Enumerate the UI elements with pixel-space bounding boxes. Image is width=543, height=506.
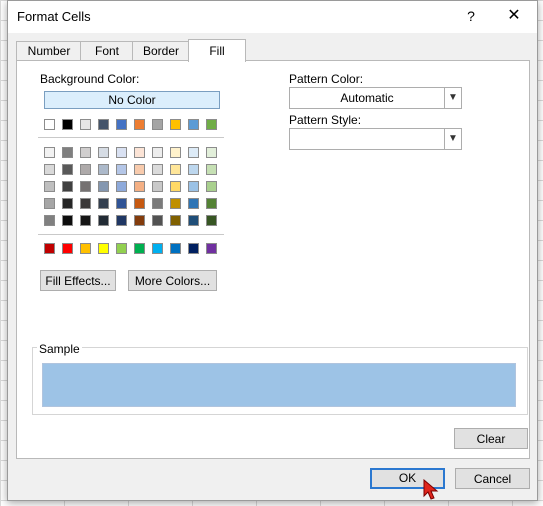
tint-color-swatch[interactable]	[80, 164, 91, 175]
tint-color-swatch[interactable]	[98, 164, 109, 175]
tint-color-swatch[interactable]	[134, 147, 145, 158]
help-button[interactable]: ?	[458, 3, 484, 29]
tint-color-swatch[interactable]	[134, 215, 145, 226]
theme-color-swatch[interactable]	[188, 119, 199, 130]
tint-color-swatch[interactable]	[134, 181, 145, 192]
tint-color-swatch[interactable]	[206, 198, 217, 209]
tint-color-swatch[interactable]	[116, 181, 127, 192]
tint-color-swatch[interactable]	[188, 164, 199, 175]
tint-color-swatch[interactable]	[44, 181, 55, 192]
standard-color-swatch[interactable]	[188, 243, 199, 254]
tint-color-swatch[interactable]	[98, 147, 109, 158]
pattern-color-dropdown[interactable]: Automatic ▼	[289, 87, 462, 109]
theme-color-swatch[interactable]	[62, 119, 73, 130]
tint-color-swatch[interactable]	[152, 198, 163, 209]
background-color-label: Background Color:	[40, 72, 140, 86]
chevron-down-icon[interactable]: ▼	[444, 88, 461, 108]
tint-color-swatch[interactable]	[188, 147, 199, 158]
tint-color-swatch[interactable]	[134, 198, 145, 209]
tint-color-swatch[interactable]	[62, 198, 73, 209]
tint-color-swatch[interactable]	[80, 147, 91, 158]
tint-color-swatch[interactable]	[98, 198, 109, 209]
theme-color-swatch[interactable]	[206, 119, 217, 130]
tint-color-swatch[interactable]	[62, 215, 73, 226]
standard-color-swatch[interactable]	[170, 243, 181, 254]
pattern-color-label: Pattern Color:	[289, 72, 364, 86]
standard-color-swatch[interactable]	[152, 243, 163, 254]
tint-color-swatch[interactable]	[98, 181, 109, 192]
tint-color-swatch[interactable]	[188, 215, 199, 226]
tint-color-swatch[interactable]	[152, 181, 163, 192]
tint-color-swatch[interactable]	[188, 198, 199, 209]
tint-color-swatch[interactable]	[170, 164, 181, 175]
pattern-style-dropdown[interactable]: ▼	[289, 128, 462, 150]
tint-color-swatch[interactable]	[98, 215, 109, 226]
tint-color-swatch[interactable]	[44, 215, 55, 226]
sample-label: Sample	[37, 342, 82, 356]
tint-color-swatch[interactable]	[116, 215, 127, 226]
tint-color-swatch[interactable]	[80, 181, 91, 192]
tab-border[interactable]: Border	[132, 41, 190, 61]
theme-color-swatch[interactable]	[170, 119, 181, 130]
tint-color-swatch[interactable]	[188, 181, 199, 192]
theme-color-swatch[interactable]	[152, 119, 163, 130]
standard-color-swatch[interactable]	[206, 243, 217, 254]
tint-color-swatch[interactable]	[44, 164, 55, 175]
sample-preview	[42, 363, 516, 407]
standard-color-swatch[interactable]	[44, 243, 55, 254]
tint-color-swatch[interactable]	[44, 198, 55, 209]
tint-color-swatch[interactable]	[170, 198, 181, 209]
tint-color-swatch[interactable]	[170, 215, 181, 226]
standard-color-swatch[interactable]	[134, 243, 145, 254]
tint-color-swatch[interactable]	[62, 164, 73, 175]
tint-color-swatch[interactable]	[116, 164, 127, 175]
tab-font[interactable]: Font	[80, 41, 134, 61]
palette-divider	[38, 137, 224, 138]
pattern-style-label: Pattern Style:	[289, 113, 362, 127]
fill-effects-button[interactable]: Fill Effects...	[40, 270, 116, 291]
tint-color-swatch[interactable]	[152, 147, 163, 158]
mouse-cursor-icon	[423, 479, 439, 500]
pattern-style-value	[290, 129, 444, 149]
tint-color-swatch[interactable]	[152, 215, 163, 226]
tint-color-swatch[interactable]	[116, 147, 127, 158]
palette-divider	[38, 234, 224, 235]
theme-color-swatch[interactable]	[116, 119, 127, 130]
tab-number[interactable]: Number	[16, 41, 82, 61]
tint-color-swatch[interactable]	[62, 181, 73, 192]
tint-color-swatch[interactable]	[170, 181, 181, 192]
clear-button[interactable]: Clear	[454, 428, 528, 449]
chevron-down-icon[interactable]: ▼	[444, 129, 461, 149]
tint-color-swatch[interactable]	[152, 164, 163, 175]
tint-color-swatch[interactable]	[206, 215, 217, 226]
title-bar: Format Cells ? ✕	[8, 1, 537, 33]
pattern-color-value: Automatic	[340, 91, 394, 105]
tint-color-swatch[interactable]	[134, 164, 145, 175]
tint-color-swatch[interactable]	[80, 198, 91, 209]
tint-color-swatch[interactable]	[206, 147, 217, 158]
tint-color-swatch[interactable]	[206, 164, 217, 175]
standard-color-swatch[interactable]	[80, 243, 91, 254]
close-button[interactable]: ✕	[501, 3, 527, 29]
standard-color-swatch[interactable]	[62, 243, 73, 254]
tint-color-swatch[interactable]	[62, 147, 73, 158]
tint-color-swatch[interactable]	[80, 215, 91, 226]
fill-panel: Background Color: No Color Fill Effects.…	[16, 60, 530, 459]
standard-color-swatch[interactable]	[98, 243, 109, 254]
no-color-button[interactable]: No Color	[44, 91, 220, 109]
tint-color-swatch[interactable]	[44, 147, 55, 158]
theme-color-swatch[interactable]	[134, 119, 145, 130]
tint-color-swatch[interactable]	[116, 198, 127, 209]
format-cells-dialog: Format Cells ? ✕ Number Font Border Fill…	[7, 0, 538, 501]
standard-color-swatch[interactable]	[116, 243, 127, 254]
tint-color-swatch[interactable]	[170, 147, 181, 158]
more-colors-button[interactable]: More Colors...	[128, 270, 217, 291]
theme-color-swatch[interactable]	[80, 119, 91, 130]
theme-color-swatch[interactable]	[98, 119, 109, 130]
theme-color-swatch[interactable]	[44, 119, 55, 130]
tab-fill[interactable]: Fill	[188, 39, 246, 62]
dialog-title: Format Cells	[17, 9, 91, 24]
tint-color-swatch[interactable]	[206, 181, 217, 192]
cancel-button[interactable]: Cancel	[455, 468, 530, 489]
